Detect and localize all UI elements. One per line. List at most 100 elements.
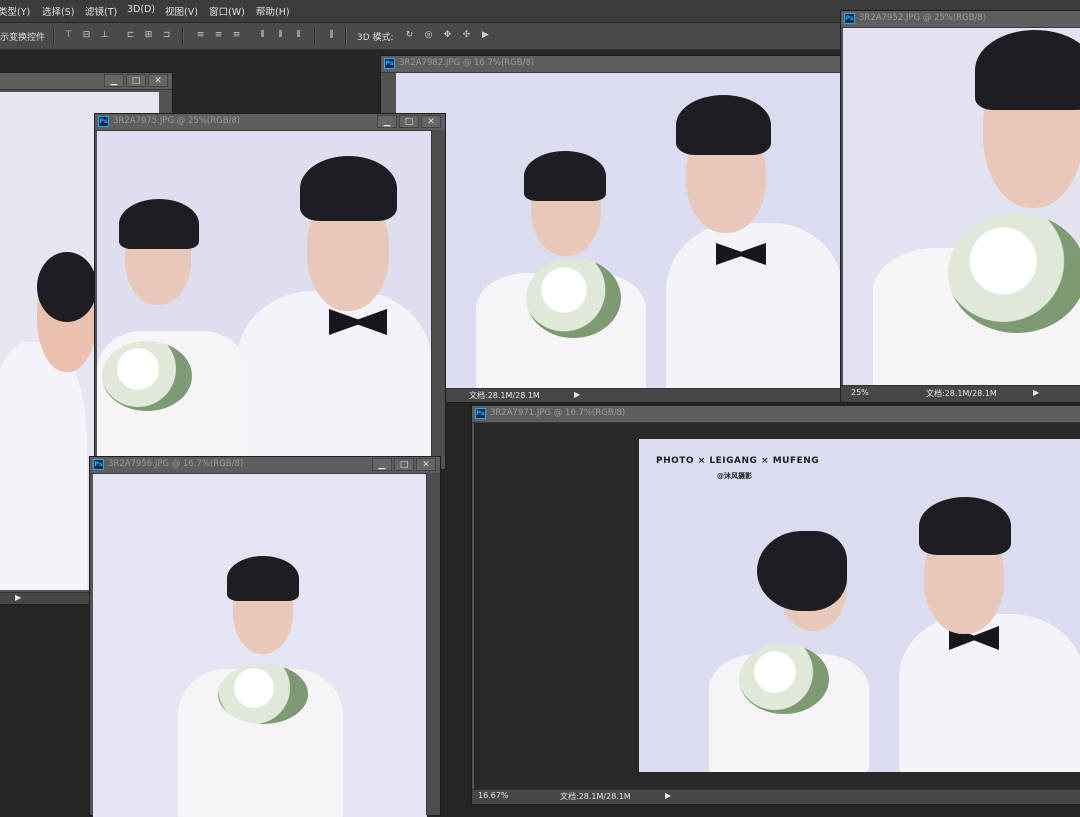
zoom-level[interactable]: 16.67%	[478, 791, 509, 800]
menu-help[interactable]: 帮助(H)	[256, 4, 290, 18]
window-controls: ▁ □ ✕	[377, 115, 441, 128]
maximize-button[interactable]: □	[126, 74, 146, 87]
photoshop-icon: Ps	[93, 459, 104, 470]
doc-size: 文档:28.1M/28.1M	[926, 389, 997, 398]
photoshop-icon: Ps	[384, 58, 395, 69]
photoshop-icon: Ps	[844, 13, 855, 24]
status-bar: 25% 文档:28.1M/28.1M ▶	[841, 385, 1080, 402]
document-canvas[interactable]	[396, 73, 843, 389]
photoshop-icon: Ps	[98, 116, 109, 127]
window-titlebar[interactable]: Ps 3R2A7952.JPG @ 25%(RGB/8)	[841, 11, 1080, 28]
document-window-7982[interactable]: Ps 3R2A7982.JPG @ 16.7%(RGB/8) 文档:28.1M/…	[380, 55, 843, 403]
watermark-title: PHOTO × LEIGANG × MUFENG	[656, 456, 820, 466]
window-title: 3R2A7971.JPG @ 16.7%(RGB/8)	[490, 408, 626, 418]
document-canvas[interactable]: PHOTO × LEIGANG × MUFENG @沐风摄影	[639, 439, 1080, 772]
distribute-top-icon[interactable]: ≡	[195, 30, 206, 41]
close-button[interactable]: ✕	[421, 115, 441, 128]
distribute-bottom-icon[interactable]: ≡	[231, 30, 242, 41]
align-right-icon[interactable]: ⊐	[161, 30, 172, 41]
document-window-7956[interactable]: Ps 3R2A7956.JPG @ 16.7%(RGB/8) ▁ □ ✕	[89, 456, 441, 817]
minimize-button[interactable]: ▁	[377, 115, 397, 128]
photoshop-icon: Ps	[475, 408, 486, 419]
distribute-hcenter-icon[interactable]: ⦀	[275, 30, 286, 41]
status-arrow-icon[interactable]: ▶	[15, 593, 21, 602]
3d-pan-icon[interactable]: ✥	[442, 30, 453, 41]
separator	[53, 27, 55, 45]
align-left-icon[interactable]: ⊏	[125, 30, 136, 41]
photo-bouquet	[102, 341, 192, 411]
photo-bride-hair	[227, 556, 299, 601]
separator	[314, 27, 316, 45]
separator	[345, 27, 347, 45]
photo-bouquet	[218, 664, 308, 724]
zoom-level[interactable]: 25%	[851, 388, 869, 397]
menu-filter[interactable]: 滤镜(T)	[85, 4, 117, 18]
status-bar: 文档:28.1M/28.1M ▶	[381, 388, 841, 402]
menu-view[interactable]: 视图(V)	[165, 4, 198, 18]
photo-bouquet	[948, 213, 1080, 333]
watermark-credit: @沐风摄影	[717, 472, 752, 480]
doc-size: 文档:28.1M/28.1M	[560, 792, 631, 801]
photo-bride-hair	[975, 30, 1080, 110]
window-controls: ▁ □ ✕	[104, 74, 168, 87]
document-canvas[interactable]	[843, 28, 1080, 388]
show-transform-controls-label[interactable]: 示变换控件	[0, 30, 45, 43]
status-arrow-icon[interactable]: ▶	[665, 791, 671, 800]
photo-groom-hair	[37, 252, 97, 322]
photo-groom-hair	[676, 95, 771, 155]
document-window-7971[interactable]: Ps 3R2A7971.JPG @ 16.7%(RGB/8) PHOTO × L…	[471, 405, 1080, 805]
3d-rotate-icon[interactable]: ↻	[404, 30, 415, 41]
vertical-scrollbar[interactable]	[426, 473, 440, 815]
maximize-button[interactable]: □	[394, 458, 414, 471]
close-button[interactable]: ✕	[416, 458, 436, 471]
align-top-icon[interactable]: ⊤	[63, 30, 74, 41]
distribute-vcenter-icon[interactable]: ≡	[213, 30, 224, 41]
photo-bride-hair	[524, 151, 606, 201]
photo-bouquet	[739, 644, 829, 714]
window-title: 3R2A7952.JPG @ 25%(RGB/8)	[859, 13, 987, 23]
maximize-button[interactable]: □	[399, 115, 419, 128]
vertical-scrollbar[interactable]	[431, 130, 445, 456]
status-bar: 16.67% 文档:28.1M/28.1M ▶	[472, 789, 1080, 804]
auto-align-icon[interactable]: ⫼	[326, 30, 337, 41]
menu-select[interactable]: 选择(S)	[42, 4, 74, 18]
align-hcenter-icon[interactable]: ⊞	[143, 30, 154, 41]
close-button[interactable]: ✕	[148, 74, 168, 87]
distribute-right-icon[interactable]: ⦀	[293, 30, 304, 41]
menu-type[interactable]: 类型(Y)	[0, 4, 30, 18]
window-title: 3R2A7982.JPG @ 16.7%(RGB/8)	[399, 58, 535, 68]
photo-bouquet	[526, 258, 621, 338]
window-titlebar[interactable]: Ps 3R2A7982.JPG @ 16.7%(RGB/8)	[381, 56, 841, 73]
canvas-pasteboard: PHOTO × LEIGANG × MUFENG @沐风摄影	[474, 423, 1080, 791]
3d-roll-icon[interactable]: ◎	[423, 30, 434, 41]
3d-slide-icon[interactable]: ✣	[461, 30, 472, 41]
status-arrow-icon[interactable]: ▶	[574, 390, 580, 399]
window-titlebar[interactable]: Ps 3R2A7971.JPG @ 16.7%(RGB/8)	[472, 406, 1080, 423]
window-titlebar[interactable]: ▁ □ ✕	[0, 73, 172, 90]
document-window-7952[interactable]: Ps 3R2A7952.JPG @ 25%(RGB/8) 25% 文档:28.1…	[840, 10, 1080, 403]
window-title: 3R2A7975.JPG @ 25%(RGB/8)	[113, 116, 241, 126]
minimize-button[interactable]: ▁	[104, 74, 124, 87]
align-bottom-icon[interactable]: ⊥	[99, 30, 110, 41]
3d-scale-icon[interactable]: ▶	[480, 30, 491, 41]
menu-window[interactable]: 窗口(W)	[209, 4, 245, 18]
document-window-7975[interactable]: Ps 3R2A7975.JPG @ 25%(RGB/8) ▁ □ ✕	[94, 113, 446, 470]
photo-groom-hair	[919, 497, 1011, 555]
window-titlebar[interactable]: Ps 3R2A7956.JPG @ 16.7%(RGB/8) ▁ □ ✕	[90, 457, 440, 474]
minimize-button[interactable]: ▁	[372, 458, 392, 471]
document-canvas[interactable]	[93, 474, 427, 817]
align-vcenter-icon[interactable]: ⊟	[81, 30, 92, 41]
3d-mode-label: 3D 模式:	[357, 33, 394, 43]
distribute-left-icon[interactable]: ⦀	[257, 30, 268, 41]
photo-bride-hair	[757, 531, 847, 611]
photo-groom-back	[0, 342, 87, 590]
photo-groom-hair	[300, 156, 397, 221]
window-titlebar[interactable]: Ps 3R2A7975.JPG @ 25%(RGB/8) ▁ □ ✕	[95, 114, 445, 131]
menu-3d[interactable]: 3D(D)	[127, 4, 155, 15]
window-controls: ▁ □ ✕	[372, 458, 436, 471]
doc-size: 文档:28.1M/28.1M	[469, 391, 540, 400]
separator	[182, 27, 184, 45]
document-canvas[interactable]	[97, 131, 431, 456]
window-title: 3R2A7956.JPG @ 16.7%(RGB/8)	[108, 459, 244, 469]
status-arrow-icon[interactable]: ▶	[1033, 388, 1039, 397]
